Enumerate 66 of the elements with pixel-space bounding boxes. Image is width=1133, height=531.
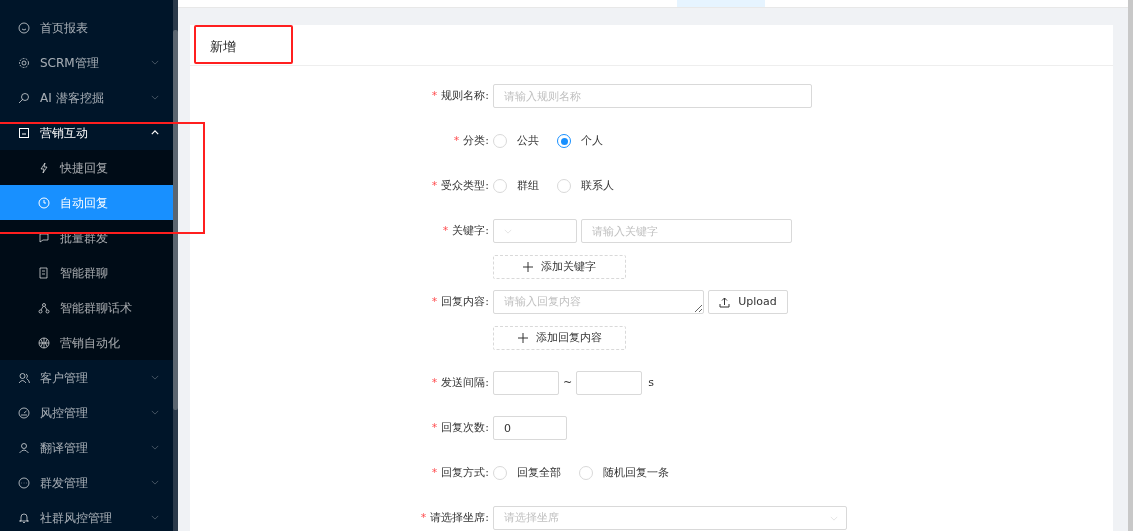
chevron-down-icon <box>504 228 512 234</box>
network-icon <box>38 301 50 314</box>
chevron-down-icon <box>151 515 159 520</box>
menu-item[interactable]: SCRM管理 <box>0 45 173 80</box>
radio-option[interactable]: 联系人 <box>557 177 614 195</box>
menu-item[interactable]: 首页报表 <box>0 10 173 45</box>
field-label: * 回复内容: <box>430 294 490 310</box>
smiley-icon <box>18 21 30 34</box>
chevron-down-icon <box>151 95 159 100</box>
menu-item[interactable]: 翻译管理 <box>0 430 173 465</box>
field-label: * 回复方式: <box>430 465 490 481</box>
menu-item[interactable]: 群发管理 <box>0 465 173 500</box>
submenu-item[interactable]: 快捷回复 <box>0 150 173 185</box>
users-icon <box>18 371 30 384</box>
chevron-down-icon <box>151 410 159 415</box>
globe-icon <box>38 336 50 349</box>
submenu-item[interactable]: 智能群聊话术 <box>0 290 173 325</box>
add-button[interactable]: 添加回复内容 <box>493 326 626 350</box>
field-label: * 发送间隔: <box>430 375 490 391</box>
plus-icon <box>517 333 528 343</box>
field-label: * 回复次数: <box>430 420 490 436</box>
menu-item[interactable]: 风控管理 <box>0 395 173 430</box>
upload-icon <box>719 296 731 308</box>
chevron-up-icon <box>151 130 159 135</box>
select-field[interactable] <box>493 219 577 243</box>
card-title: 新增 <box>190 25 1113 66</box>
radio-option[interactable]: 回复全部 <box>493 464 561 482</box>
dashboard-icon <box>18 406 30 419</box>
radio-option[interactable]: 群组 <box>493 177 539 195</box>
chevron-down-icon <box>151 445 159 450</box>
user-icon <box>18 441 30 454</box>
submenu-item[interactable]: 智能群聊 <box>0 255 173 290</box>
radio-option[interactable]: 公共 <box>493 132 539 150</box>
menu-item[interactable]: 客户管理 <box>0 360 173 395</box>
chat-bubble-icon <box>38 231 50 244</box>
upload-button[interactable]: Upload <box>708 290 788 314</box>
monitor-icon <box>18 126 30 139</box>
chevron-down-icon <box>830 515 838 521</box>
input-field[interactable] <box>493 371 559 395</box>
radio-option[interactable]: 个人 <box>557 132 603 150</box>
lightning-icon <box>38 161 50 174</box>
settings-icon <box>18 56 30 69</box>
input-field[interactable] <box>576 371 643 395</box>
field-label: * 分类: <box>452 133 490 149</box>
menu-item[interactable]: AI 潜客挖掘 <box>0 80 173 115</box>
menu-item[interactable]: 营销互动 <box>0 115 173 150</box>
message-icon <box>18 476 30 489</box>
unit-label: s <box>648 374 654 391</box>
chevron-down-icon <box>151 375 159 380</box>
clock-icon <box>38 196 50 209</box>
bell-icon <box>18 511 30 524</box>
plus-icon <box>523 262 533 272</box>
submenu-item[interactable]: 营销自动化 <box>0 325 173 360</box>
radio-option[interactable]: 随机回复一条 <box>579 464 669 482</box>
document-icon <box>38 266 50 279</box>
field-label: * 关键字: <box>441 223 490 239</box>
field-label: * 规则名称: <box>430 88 490 104</box>
search-icon <box>18 91 30 104</box>
chevron-down-icon <box>151 480 159 485</box>
field-label: * 受众类型: <box>430 178 490 194</box>
range-separator: ~ <box>563 374 573 391</box>
field-label: * 请选择坐席: <box>419 510 490 526</box>
add-button[interactable]: 添加关键字 <box>493 255 626 279</box>
chevron-down-icon <box>151 60 159 65</box>
number-field[interactable]: 0 <box>493 416 567 440</box>
menu-item[interactable]: 社群风控管理 <box>0 500 173 531</box>
